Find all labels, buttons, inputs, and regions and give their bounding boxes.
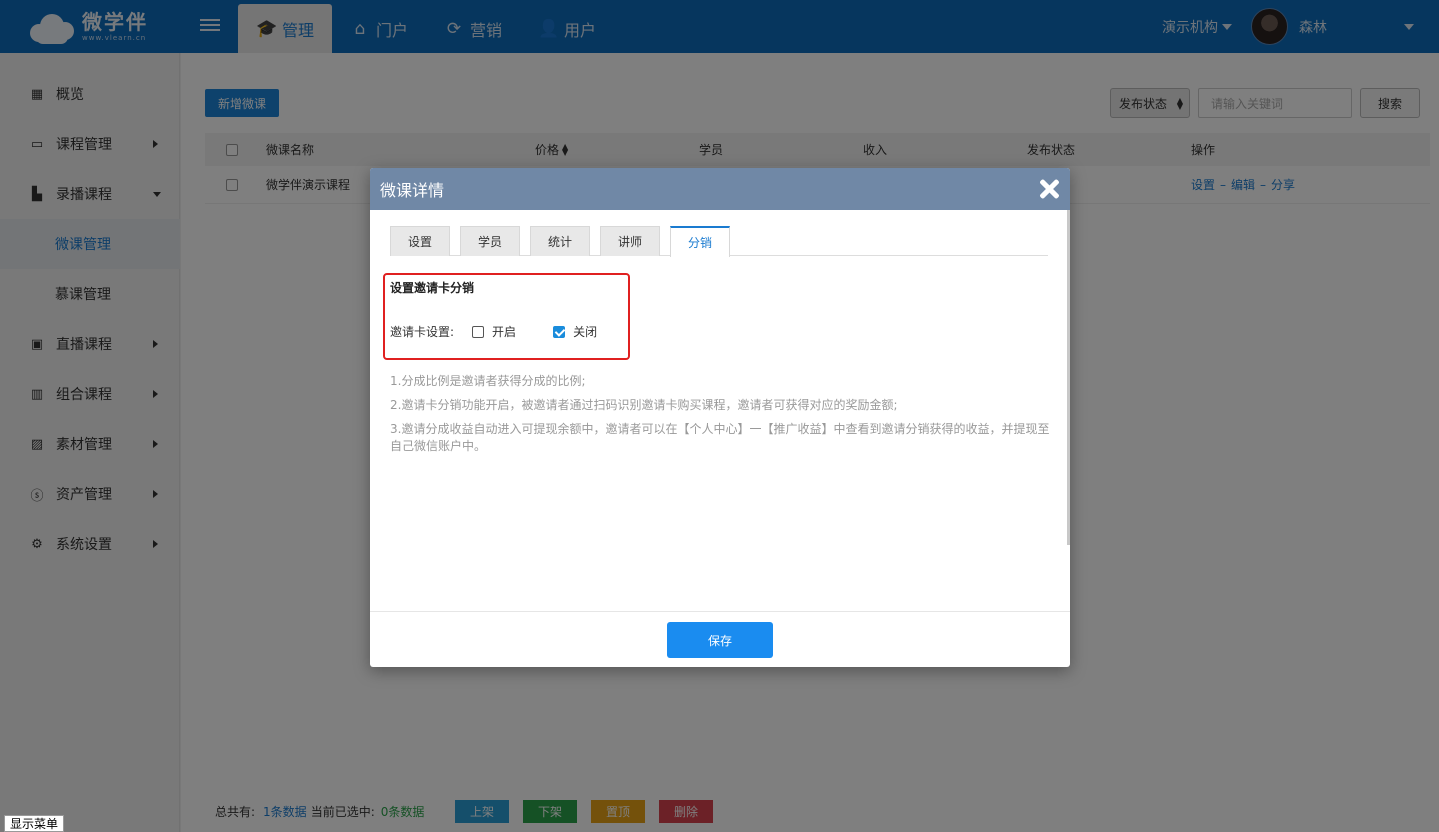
close-icon[interactable] xyxy=(1038,178,1060,200)
option-disable-label: 关闭 xyxy=(573,325,598,339)
invite-card-setting: 邀请卡设置: 开启 关闭 xyxy=(390,323,597,340)
show-menu-button[interactable]: 显示菜单 xyxy=(4,815,64,832)
note-line: 3.邀请分成收益自动进入可提现余额中，邀请者可以在【个人中心】一【推广收益】中查… xyxy=(390,422,1050,453)
enable-checkbox[interactable] xyxy=(472,325,485,338)
modal-tabs: 设置 学员 统计 讲师 分销 xyxy=(390,226,1048,257)
note-line: 2.邀请卡分销功能开启，被邀请者通过扫码识别邀请卡购买课程，邀请者可获得对应的奖… xyxy=(390,398,898,412)
option-disable[interactable]: 关闭 xyxy=(553,323,597,340)
modal-title: 微课详情 xyxy=(380,181,445,200)
modal-header: 微课详情 xyxy=(370,168,1070,210)
invite-card-setting-label: 邀请卡设置: xyxy=(390,325,455,339)
option-enable-label: 开启 xyxy=(492,325,517,339)
tab-statistics[interactable]: 统计 xyxy=(530,226,590,256)
modal-footer: 保存 xyxy=(370,611,1070,667)
note-line: 1.分成比例是邀请者获得分成的比例; xyxy=(390,374,586,388)
disable-checkbox[interactable] xyxy=(553,325,566,338)
section-title: 设置邀请卡分销 xyxy=(390,281,475,295)
option-enable[interactable]: 开启 xyxy=(472,323,516,340)
tab-lecturer[interactable]: 讲师 xyxy=(600,226,660,256)
micro-course-detail-modal: 微课详情 设置 学员 统计 讲师 分销 设置邀请卡分销 邀请卡设置: 开启 关闭… xyxy=(370,168,1070,667)
tab-settings[interactable]: 设置 xyxy=(390,226,450,256)
tab-distribution[interactable]: 分销 xyxy=(670,226,730,257)
distribution-notes: 1.分成比例是邀请者获得分成的比例; 2.邀请卡分销功能开启，被邀请者通过扫码识… xyxy=(390,373,1050,462)
tab-students[interactable]: 学员 xyxy=(460,226,520,256)
modal-scrollbar[interactable] xyxy=(1067,210,1070,545)
save-button[interactable]: 保存 xyxy=(667,622,773,658)
